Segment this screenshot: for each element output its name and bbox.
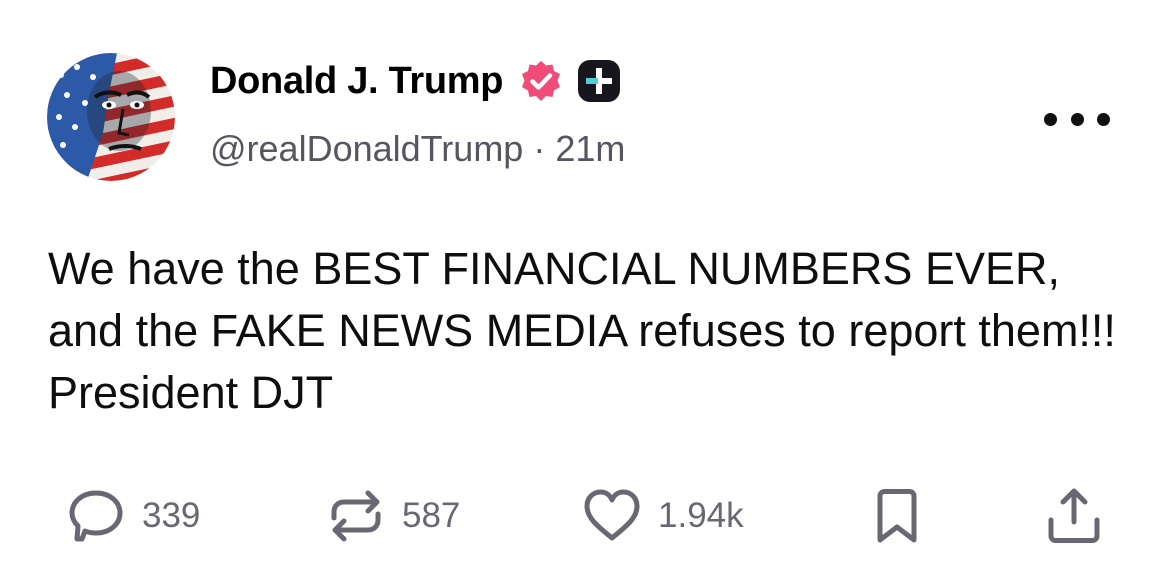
like-button[interactable]: 1.94k	[582, 488, 744, 544]
handle-separator: ·	[533, 128, 546, 169]
post-timestamp[interactable]: 21m	[555, 128, 625, 169]
reply-count: 339	[142, 496, 201, 535]
handle-row: @realDonaldTrump · 21m	[210, 128, 625, 170]
more-options-button[interactable]	[1044, 104, 1110, 134]
avatar[interactable]	[47, 53, 175, 181]
share-button[interactable]	[1044, 488, 1104, 544]
author-name[interactable]: Donald J. Trump	[210, 60, 504, 103]
more-options-icon	[1097, 112, 1110, 126]
reply-bubble-icon	[66, 488, 126, 544]
post-body: We have the BEST FINANCIAL NUMBERS EVER,…	[48, 243, 1116, 418]
more-options-icon	[1044, 112, 1057, 126]
author-handle[interactable]: @realDonaldTrump	[210, 128, 523, 169]
repost-count: 587	[402, 496, 461, 535]
heart-icon	[582, 488, 642, 544]
bookmark-icon	[872, 488, 922, 544]
like-count: 1.94k	[658, 496, 744, 535]
author-row: Donald J. Trump	[210, 58, 621, 104]
more-options-icon	[1070, 112, 1084, 126]
repost-button[interactable]: 587	[326, 488, 460, 544]
reply-button[interactable]: 339	[66, 488, 200, 544]
share-upload-icon	[1044, 488, 1104, 544]
bookmark-button[interactable]	[872, 488, 922, 544]
repost-arrows-icon	[326, 488, 386, 544]
verified-badge-icon	[519, 59, 563, 103]
plus-badge-icon	[577, 59, 621, 103]
